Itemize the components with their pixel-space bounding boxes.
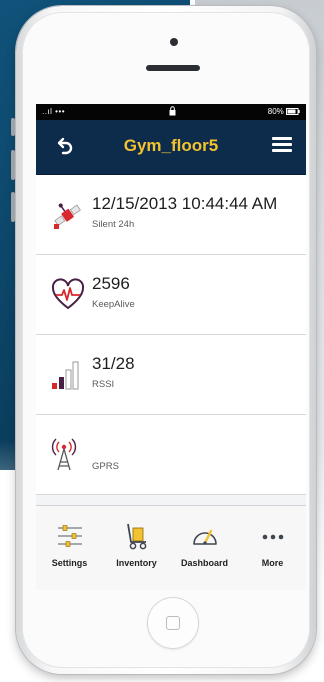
lock-icon bbox=[169, 106, 176, 116]
page-title: Gym_floor5 bbox=[123, 136, 219, 155]
gauge-icon bbox=[192, 529, 217, 545]
gprs-label: GPRS bbox=[92, 461, 119, 472]
mute-switch bbox=[11, 118, 15, 136]
status-bar: ..ıl ••• 80% bbox=[36, 104, 306, 120]
list-spacer bbox=[36, 495, 306, 505]
rssi-label: RSSI bbox=[92, 379, 115, 390]
list-item-rssi[interactable]: 31/28 RSSI bbox=[36, 335, 306, 415]
volume-up-button bbox=[11, 150, 15, 180]
navigation-bar: Gym_floor5 bbox=[36, 120, 306, 175]
silent-label: Silent 24h bbox=[92, 219, 135, 230]
sliders-icon bbox=[57, 525, 82, 547]
tab-more[interactable]: More bbox=[239, 506, 306, 590]
carrier-signal: ..ıl ••• bbox=[42, 107, 66, 116]
volume-down-button bbox=[11, 192, 15, 222]
tab-dashboard-label: Dashboard bbox=[180, 558, 228, 568]
battery-status: 80% bbox=[268, 107, 300, 116]
keepalive-label: KeepAlive bbox=[92, 299, 135, 310]
list-item-gprs[interactable]: GPRS bbox=[36, 415, 306, 495]
satellite-icon bbox=[54, 203, 81, 229]
tab-bar: Settings Inventory Dashboard More bbox=[36, 505, 306, 590]
home-button-icon bbox=[166, 616, 180, 630]
last-report-time: 12/15/2013 10:44:44 AM bbox=[92, 194, 278, 213]
tab-dashboard[interactable]: Dashboard bbox=[171, 506, 238, 590]
tab-settings[interactable]: Settings bbox=[36, 506, 103, 590]
hamburger-menu-icon[interactable] bbox=[272, 137, 292, 155]
list-item-keepalive[interactable]: 2596 KeepAlive bbox=[36, 255, 306, 335]
signal-bars-icon bbox=[52, 361, 79, 390]
battery-icon bbox=[286, 108, 300, 115]
rssi-value: 31/28 bbox=[92, 354, 135, 373]
tab-inventory-label: Inventory bbox=[116, 558, 157, 568]
antenna-icon bbox=[51, 438, 77, 471]
list-item-silent[interactable]: 12/15/2013 10:44:44 AM Silent 24h bbox=[36, 175, 306, 255]
tab-settings-label: Settings bbox=[51, 558, 88, 568]
hand-truck-icon bbox=[126, 523, 146, 550]
ellipsis-icon bbox=[262, 534, 283, 540]
front-camera bbox=[170, 38, 178, 46]
tab-inventory[interactable]: Inventory bbox=[103, 506, 170, 590]
keepalive-value: 2596 bbox=[92, 274, 130, 293]
battery-percent: 80% bbox=[267, 107, 284, 116]
status-list: 12/15/2013 10:44:44 AM Silent 24h 2596 K… bbox=[36, 175, 306, 505]
tab-more-label: More bbox=[261, 558, 284, 568]
earpiece-speaker bbox=[146, 65, 200, 71]
back-arrow-icon[interactable] bbox=[54, 135, 76, 157]
heartbeat-icon bbox=[51, 278, 85, 310]
phone-screen: ..ıl ••• 80% Gym_floor5 12/15/2013 10:44… bbox=[36, 104, 306, 590]
